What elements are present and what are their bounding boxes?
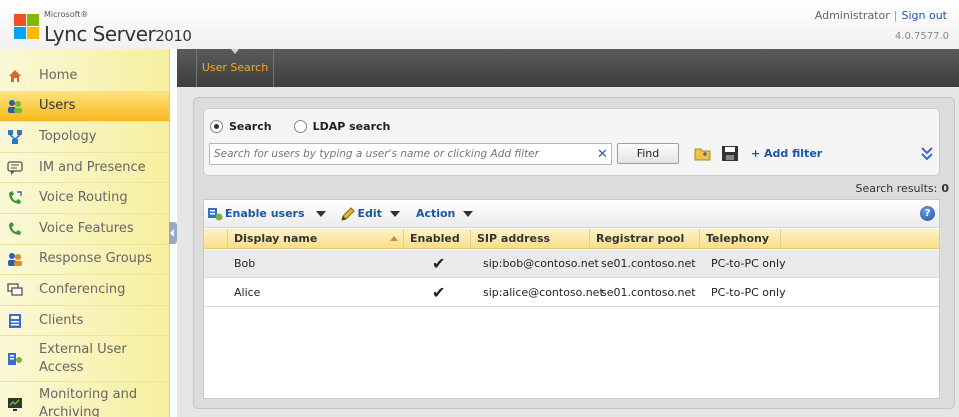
- cell-registrar-pool: se01.contoso.net: [601, 257, 696, 270]
- sidebar-item-label: Response Groups: [39, 251, 152, 267]
- search-radio-label[interactable]: Search: [229, 120, 272, 133]
- sort-ascending-icon: [390, 236, 398, 241]
- user-name: Administrator: [814, 9, 890, 22]
- brand-year: 2010: [155, 27, 192, 45]
- sidebar-item-label: Voice Routing: [39, 190, 128, 206]
- separator: |: [893, 9, 898, 22]
- sidebar-item-label: Conferencing: [39, 281, 126, 297]
- chevron-down-icon[interactable]: [315, 210, 326, 217]
- col-registrar-pool[interactable]: Registrar pool: [590, 229, 700, 249]
- sidebar: Home Users Topology IM and Presence Voic…: [0, 49, 170, 417]
- brand-main: Lync Server2010: [44, 22, 192, 46]
- chevron-down-icon[interactable]: [463, 210, 474, 217]
- users-grid: Enable users Edit Action ? Display name: [203, 199, 940, 399]
- grid-toolbar: Enable users Edit Action ?: [204, 200, 939, 228]
- clients-icon: [9, 313, 21, 328]
- sidebar-item-label: Users: [39, 98, 76, 114]
- user-search-panel: Search LDAP search ✕ Find + Add filter S…: [193, 97, 955, 409]
- edit-button[interactable]: Edit: [340, 206, 400, 222]
- group-icon: [8, 253, 22, 267]
- open-query-icon[interactable]: [694, 145, 712, 162]
- sidebar-item-label: Voice Features: [39, 220, 134, 236]
- col-sip-address[interactable]: SIP address: [471, 229, 590, 249]
- grid-header: Display name Enabled SIP address Registr…: [204, 229, 939, 249]
- topology-icon: [8, 129, 22, 144]
- save-query-icon[interactable]: [721, 145, 739, 162]
- find-button[interactable]: Find: [617, 143, 679, 164]
- cell-sip-address: sip:alice@contoso.net: [483, 286, 604, 299]
- search-results-count: Search results: 0: [855, 182, 949, 195]
- users-icon: [8, 100, 22, 114]
- action-label: Action: [415, 207, 456, 220]
- sign-out-link[interactable]: Sign out: [901, 9, 947, 22]
- sidebar-item-label: Monitoring and Archiving: [39, 387, 138, 417]
- version-label: 4.0.7577.0: [894, 31, 949, 42]
- lync-logo-icon: [14, 14, 39, 39]
- expand-chevron-icon[interactable]: [920, 145, 934, 161]
- enabled-check-icon: ✔: [432, 283, 446, 302]
- cell-display-name: Alice: [234, 286, 261, 299]
- col-display-name[interactable]: Display name: [228, 229, 404, 249]
- sidebar-item-response-groups[interactable]: Response Groups: [0, 245, 169, 276]
- monitor-icon: [8, 398, 22, 412]
- chevron-down-icon[interactable]: [389, 210, 400, 217]
- sidebar-item-label: IM and Presence: [39, 159, 146, 175]
- chat-bubble-icon: [7, 160, 23, 175]
- action-button[interactable]: Action: [415, 207, 474, 220]
- cell-display-name: Bob: [234, 257, 256, 270]
- phone-icon: [9, 221, 21, 235]
- sidebar-item-label: Home: [39, 67, 78, 83]
- clear-search-icon[interactable]: ✕: [597, 147, 608, 162]
- help-icon[interactable]: ?: [920, 206, 935, 221]
- search-mode-group: Search LDAP search: [210, 120, 412, 133]
- sidebar-item-conferencing[interactable]: Conferencing: [0, 275, 169, 306]
- external-access-icon: [8, 352, 22, 365]
- tab-user-search[interactable]: User Search: [196, 49, 274, 87]
- sidebar-item-clients[interactable]: Clients: [0, 306, 169, 337]
- sidebar-item-monitoring-archiving[interactable]: Monitoring and Archiving: [0, 382, 169, 417]
- sidebar-item-im-presence[interactable]: IM and Presence: [0, 153, 169, 184]
- table-row[interactable]: Alice ✔ sip:alice@contoso.net se01.conto…: [204, 279, 939, 307]
- enabled-check-icon: ✔: [432, 254, 446, 273]
- cell-sip-address: sip:bob@contoso.net: [483, 257, 599, 270]
- sidebar-item-label: Topology: [39, 128, 97, 144]
- app-header: Microsoft® Lync Server2010 Administrator…: [0, 0, 959, 49]
- ldap-search-radio-label[interactable]: LDAP search: [313, 120, 391, 133]
- col-telephony[interactable]: Telephony: [700, 229, 781, 249]
- table-row[interactable]: Bob ✔ sip:bob@contoso.net se01.contoso.n…: [204, 250, 939, 278]
- user-area: Administrator | Sign out: [815, 9, 947, 22]
- pencil-icon: [340, 206, 355, 221]
- main-content: User Search Search LDAP search ✕ Find + …: [177, 49, 959, 417]
- search-box: Search LDAP search ✕ Find + Add filter: [203, 108, 940, 176]
- cell-telephony: PC-to-PC only: [711, 257, 786, 270]
- sidebar-item-label: External User Access: [39, 341, 127, 375]
- row-selector-header: [204, 229, 228, 249]
- search-input[interactable]: [209, 143, 612, 165]
- sidebar-item-voice-features[interactable]: Voice Features: [0, 214, 169, 245]
- col-enabled[interactable]: Enabled: [404, 229, 471, 249]
- results-number: 0: [941, 182, 949, 195]
- sidebar-item-external-user-access[interactable]: External User Access: [0, 336, 169, 383]
- sidebar-item-home[interactable]: Home: [0, 61, 169, 92]
- sidebar-item-voice-routing[interactable]: Voice Routing: [0, 183, 169, 214]
- sidebar-item-label: Clients: [39, 312, 84, 328]
- cell-telephony: PC-to-PC only: [711, 286, 786, 299]
- brand-small: Microsoft®: [44, 10, 89, 19]
- conference-icon: [7, 283, 23, 296]
- cell-registrar-pool: se01.contoso.net: [601, 286, 696, 299]
- ldap-search-radio[interactable]: [293, 120, 307, 133]
- tab-bar: User Search: [177, 49, 959, 87]
- search-radio[interactable]: [210, 120, 223, 133]
- sidebar-item-users[interactable]: Users: [0, 91, 169, 123]
- sidebar-collapse-handle[interactable]: [169, 222, 177, 244]
- enable-users-button[interactable]: Enable users: [207, 206, 326, 222]
- home-icon: [9, 69, 21, 82]
- edit-label: Edit: [357, 207, 382, 220]
- add-filter-link[interactable]: + Add filter: [751, 147, 822, 160]
- sidebar-item-topology[interactable]: Topology: [0, 122, 169, 153]
- enable-users-icon: [208, 207, 223, 220]
- enable-users-label: Enable users: [225, 207, 305, 220]
- phone-routing-icon: [9, 191, 22, 205]
